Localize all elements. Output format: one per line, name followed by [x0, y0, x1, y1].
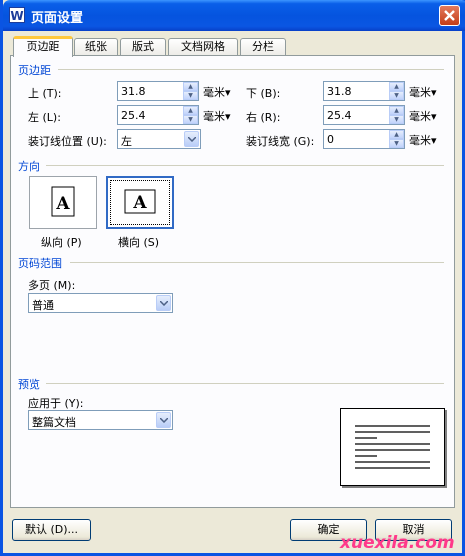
- landscape-page-icon: A: [124, 189, 156, 214]
- multi-page-select[interactable]: 普通: [28, 293, 173, 313]
- multi-page-value: 普通: [32, 299, 54, 312]
- apply-to-select[interactable]: 整篇文档: [28, 410, 173, 430]
- top-margin-unit[interactable]: 毫米▾: [203, 84, 231, 100]
- default-button[interactable]: 默认 (D)...: [12, 519, 91, 541]
- section-orientation-title: 方向: [18, 160, 40, 173]
- dialog-title: 页面设置: [31, 11, 84, 26]
- spin-down-icon[interactable]: ▼: [389, 139, 404, 148]
- tab-doc-grid[interactable]: 文档网格: [168, 38, 238, 56]
- gutter-width-value: 0: [327, 133, 334, 146]
- site-watermark: xuexila.com: [340, 533, 455, 553]
- portrait-page-icon: A: [51, 186, 75, 217]
- tab-margins[interactable]: 页边距: [13, 36, 73, 57]
- top-margin-label: 上 (T):: [28, 87, 62, 100]
- multi-page-label: 多页 (M):: [28, 279, 76, 292]
- top-margin-value: 31.8: [121, 85, 146, 98]
- portrait-label[interactable]: 纵向 (P): [41, 234, 82, 250]
- spin-down-icon[interactable]: ▼: [389, 91, 404, 100]
- divider: [46, 383, 444, 384]
- gutter-position-select[interactable]: 左: [117, 129, 201, 149]
- right-margin-label: 右 (R):: [246, 111, 281, 124]
- divider: [70, 262, 444, 263]
- wps-app-icon: W: [9, 7, 25, 23]
- gutter-position-label: 装订线位置 (U):: [28, 135, 107, 148]
- spin-up-icon[interactable]: ▲: [183, 82, 198, 91]
- gutter-width-unit[interactable]: 毫米▾: [409, 132, 437, 148]
- spin-down-icon[interactable]: ▼: [183, 115, 198, 124]
- section-margins-title: 页边距: [18, 64, 51, 77]
- top-margin-input[interactable]: 31.8 ▲ ▼: [117, 81, 199, 101]
- apply-to-value: 整篇文档: [32, 416, 76, 429]
- bottom-margin-input[interactable]: 31.8 ▲ ▼: [323, 81, 405, 101]
- landscape-label[interactable]: 横向 (S): [118, 234, 159, 250]
- left-margin-label: 左 (L):: [28, 111, 61, 124]
- title-bar[interactable]: W 页面设置: [3, 0, 465, 31]
- spin-up-icon[interactable]: ▲: [183, 106, 198, 115]
- right-margin-value: 25.4: [327, 109, 352, 122]
- divider: [58, 69, 444, 70]
- tab-columns[interactable]: 分栏: [240, 38, 286, 56]
- spin-down-icon[interactable]: ▼: [389, 115, 404, 124]
- right-margin-unit[interactable]: 毫米▾: [409, 108, 437, 124]
- gutter-width-label: 装订线宽 (G):: [246, 135, 315, 148]
- spin-up-icon[interactable]: ▲: [389, 130, 404, 139]
- bottom-margin-value: 31.8: [327, 85, 352, 98]
- section-page-range-title: 页码范围: [18, 257, 62, 270]
- right-margin-input[interactable]: 25.4 ▲ ▼: [323, 105, 405, 125]
- page-preview: [340, 408, 445, 486]
- tab-paper[interactable]: 纸张: [74, 38, 118, 56]
- divider: [46, 165, 444, 166]
- close-icon: [444, 10, 455, 21]
- gutter-width-input[interactable]: 0 ▲ ▼: [323, 129, 405, 149]
- left-margin-input[interactable]: 25.4 ▲ ▼: [117, 105, 199, 125]
- dropdown-arrow-icon[interactable]: [156, 295, 171, 311]
- svg-text:A: A: [132, 193, 147, 213]
- dropdown-arrow-icon[interactable]: [184, 131, 199, 147]
- close-button[interactable]: [439, 5, 460, 26]
- spin-down-icon[interactable]: ▼: [183, 91, 198, 100]
- section-preview-title: 预览: [18, 378, 40, 391]
- preview-text-lines: [355, 425, 430, 469]
- landscape-option[interactable]: A: [106, 176, 174, 229]
- bottom-margin-unit[interactable]: 毫米▾: [409, 84, 437, 100]
- dropdown-arrow-icon[interactable]: [156, 412, 171, 428]
- left-margin-unit[interactable]: 毫米▾: [203, 108, 231, 124]
- spin-up-icon[interactable]: ▲: [389, 106, 404, 115]
- portrait-option[interactable]: A: [29, 176, 97, 229]
- bottom-margin-label: 下 (B):: [246, 87, 281, 100]
- svg-text:A: A: [55, 194, 70, 214]
- spin-up-icon[interactable]: ▲: [389, 82, 404, 91]
- left-margin-value: 25.4: [121, 109, 146, 122]
- tab-layout[interactable]: 版式: [120, 38, 166, 56]
- gutter-position-value: 左: [121, 135, 132, 148]
- apply-to-label: 应用于 (Y):: [28, 397, 84, 410]
